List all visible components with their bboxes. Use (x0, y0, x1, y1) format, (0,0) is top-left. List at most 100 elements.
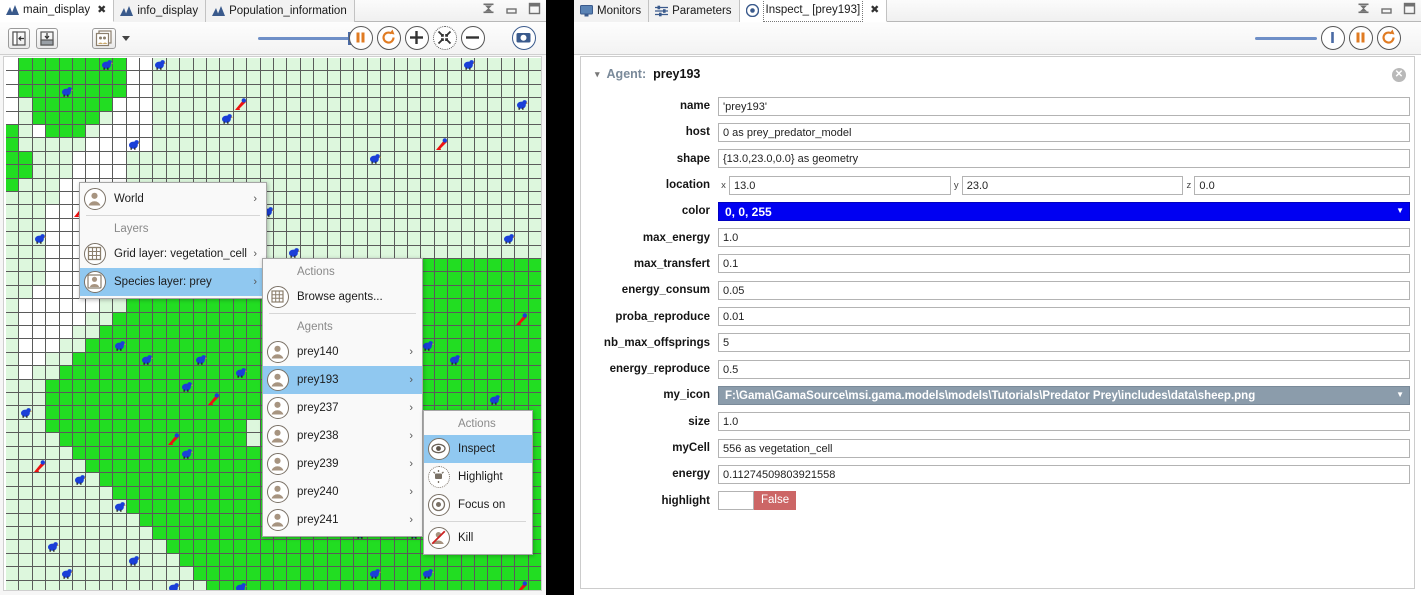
grid-cell[interactable] (193, 111, 207, 125)
grid-cell[interactable] (260, 98, 274, 112)
grid-cell[interactable] (193, 540, 207, 554)
grid-cell[interactable] (528, 205, 541, 219)
grid-cell[interactable] (354, 567, 368, 581)
chevron-down-icon[interactable]: ▼ (1396, 203, 1404, 220)
grid-cell[interactable] (528, 326, 541, 340)
maximize-icon[interactable] (528, 2, 542, 16)
grid-cell[interactable] (501, 111, 516, 125)
grid-cell[interactable] (46, 84, 60, 99)
grid-cell[interactable] (247, 419, 261, 434)
grid-cell[interactable] (394, 98, 408, 112)
chevron-down-icon[interactable]: ▼ (1396, 387, 1404, 404)
grid-cell[interactable] (421, 393, 435, 407)
grid-cell[interactable] (166, 299, 181, 313)
grid-cell[interactable] (193, 165, 207, 179)
grid-cell[interactable] (501, 553, 516, 568)
grid-cell[interactable] (448, 393, 462, 407)
grid-cell[interactable] (475, 125, 489, 139)
grid-cell[interactable] (475, 326, 489, 340)
grid-cell[interactable] (126, 165, 140, 179)
grid-cell[interactable] (166, 486, 181, 501)
grid-cell[interactable] (126, 125, 140, 139)
grid-cell[interactable] (140, 326, 154, 340)
grid-cell[interactable] (166, 326, 181, 340)
prey-agent[interactable] (101, 59, 113, 70)
grid-cell[interactable] (434, 393, 449, 407)
grid-cell[interactable] (193, 151, 207, 166)
grid-cell[interactable] (59, 393, 73, 407)
grid-cell[interactable] (381, 84, 395, 99)
grid-cell[interactable] (394, 71, 408, 85)
grid-cell[interactable] (515, 285, 529, 300)
grid-cell[interactable] (220, 58, 234, 72)
grid-cell[interactable] (287, 232, 301, 246)
grid-cell[interactable] (421, 151, 435, 166)
camera-icon[interactable] (512, 26, 536, 50)
grid-cell[interactable] (501, 259, 516, 273)
grid-cell[interactable] (113, 433, 127, 447)
simulation-canvas[interactable]: World › Layers Grid layer: vegetation_ce… (3, 56, 542, 591)
grid-cell[interactable] (180, 473, 194, 487)
grid-cell[interactable] (193, 366, 207, 380)
grid-cell[interactable] (287, 178, 301, 192)
grid-cell[interactable] (341, 71, 355, 85)
grid-cell[interactable] (528, 272, 541, 286)
grid-cell[interactable] (354, 138, 368, 152)
grid-cell[interactable] (220, 527, 234, 541)
grid-cell[interactable] (381, 98, 395, 112)
grid-cell[interactable] (73, 125, 87, 139)
grid-cell[interactable] (260, 567, 274, 581)
grid-cell[interactable] (408, 553, 422, 568)
grid-cell[interactable] (287, 218, 301, 233)
grid-cell[interactable] (113, 567, 127, 581)
grid-cell[interactable] (421, 165, 435, 179)
grid-cell[interactable] (394, 138, 408, 152)
grid-cell[interactable] (59, 272, 73, 286)
grid-cell[interactable] (19, 553, 33, 568)
grid-cell[interactable] (166, 473, 181, 487)
grid-cell[interactable] (113, 446, 127, 460)
grid-cell[interactable] (327, 205, 341, 219)
grid-cell[interactable] (448, 84, 462, 99)
grid-cell[interactable] (153, 419, 167, 434)
grid-cell[interactable] (233, 58, 248, 72)
grid-cell[interactable] (19, 151, 33, 166)
grid-cell[interactable] (260, 540, 274, 554)
grid-cell[interactable] (421, 125, 435, 139)
grid-cell[interactable] (287, 58, 301, 72)
grid-cell[interactable] (166, 125, 181, 139)
grid-cell[interactable] (166, 513, 181, 527)
grid-cell[interactable] (19, 299, 33, 313)
attribute-input[interactable]: 0 as prey_predator_model (718, 122, 1410, 142)
grid-cell[interactable] (193, 419, 207, 434)
grid-cell[interactable] (314, 192, 328, 206)
grid-cell[interactable] (6, 98, 20, 112)
grid-cell[interactable] (153, 527, 167, 541)
grid-cell[interactable] (166, 553, 181, 568)
grid-cell[interactable] (488, 84, 502, 99)
grid-cell[interactable] (207, 58, 221, 72)
grid-cell[interactable] (247, 299, 261, 313)
grid-cell[interactable] (434, 84, 449, 99)
grid-cell[interactable] (341, 58, 355, 72)
grid-cell[interactable] (86, 379, 100, 393)
grid-cell[interactable] (341, 205, 355, 219)
grid-cell[interactable] (233, 406, 248, 420)
grid-cell[interactable] (461, 299, 475, 313)
grid-cell[interactable] (421, 580, 435, 590)
grid-cell[interactable] (73, 84, 87, 99)
grid-cell[interactable] (19, 98, 33, 112)
grid-cell[interactable] (140, 527, 154, 541)
attribute-input[interactable]: {13.0,23.0,0.0} as geometry (718, 149, 1410, 169)
grid-cell[interactable] (461, 326, 475, 340)
menu-item-agent[interactable]: prey237 › (263, 394, 422, 422)
grid-cell[interactable] (475, 138, 489, 152)
grid-cell[interactable] (448, 58, 462, 72)
grid-cell[interactable] (46, 406, 60, 420)
grid-cell[interactable] (408, 98, 422, 112)
grid-cell[interactable] (287, 165, 301, 179)
grid-cell[interactable] (86, 98, 100, 112)
grid-cell[interactable] (488, 553, 502, 568)
grid-cell[interactable] (32, 218, 47, 233)
grid-cell[interactable] (300, 125, 315, 139)
